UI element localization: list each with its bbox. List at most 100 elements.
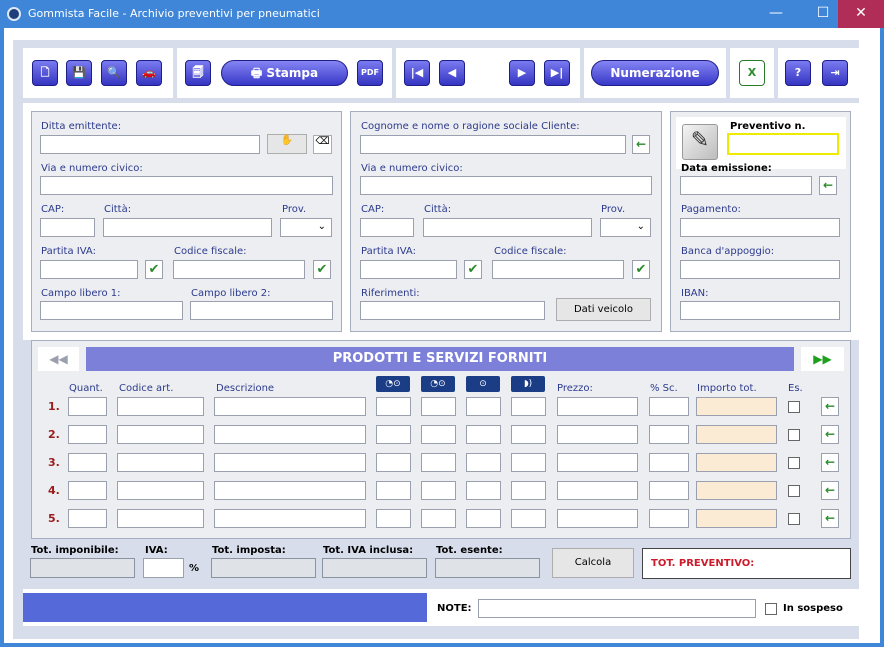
row-5-cell-5[interactable]: [421, 509, 456, 528]
row-5-cell-4[interactable]: [376, 509, 411, 528]
row-2-cell-5[interactable]: [421, 425, 456, 444]
row-1-exempt-checkbox[interactable]: [788, 401, 800, 413]
preview-button[interactable]: 🗐: [185, 60, 211, 86]
new-button[interactable]: 🗋: [32, 60, 58, 86]
quote-number-input[interactable]: [727, 133, 839, 155]
date-input[interactable]: [680, 176, 812, 195]
calculate-button[interactable]: Calcola: [552, 548, 634, 578]
row-2-select-button[interactable]: ←: [821, 425, 839, 444]
row-2-cell-1[interactable]: [68, 425, 107, 444]
row-1-cell-2[interactable]: [117, 397, 204, 416]
row-1-cell-3[interactable]: [214, 397, 366, 416]
client-name-input[interactable]: [360, 135, 626, 154]
campo2-input[interactable]: [190, 301, 333, 320]
citta-input[interactable]: [103, 218, 272, 237]
row-5-cell-7[interactable]: [511, 509, 546, 528]
row-1-cell-6[interactable]: [466, 397, 501, 416]
cf-input[interactable]: [173, 260, 305, 279]
save-button[interactable]: 💾: [66, 60, 92, 86]
payment-input[interactable]: [680, 218, 840, 237]
client-via-input[interactable]: [360, 176, 652, 195]
row-5-select-button[interactable]: ←: [821, 509, 839, 528]
row-1-cell-5[interactable]: [421, 397, 456, 416]
ditta-input[interactable]: [40, 135, 260, 154]
row-3-cell-6[interactable]: [466, 453, 501, 472]
row-4-cell-6[interactable]: [466, 481, 501, 500]
row-2-cell-6[interactable]: [466, 425, 501, 444]
row-2-cell-2[interactable]: [117, 425, 204, 444]
eraser-button[interactable]: ⌫: [313, 135, 332, 154]
row-2-cell-9[interactable]: [649, 425, 689, 444]
products-prev-page-button[interactable]: ◀◀: [38, 347, 79, 371]
vehicle-data-button[interactable]: Dati veicolo: [556, 298, 651, 321]
row-3-cell-2[interactable]: [117, 453, 204, 472]
close-button[interactable]: ✕: [838, 0, 884, 28]
excel-button[interactable]: X: [739, 60, 765, 86]
row-4-cell-9[interactable]: [649, 481, 689, 500]
piva-check-button[interactable]: ✔: [145, 260, 163, 279]
row-4-cell-1[interactable]: [68, 481, 107, 500]
prov-select[interactable]: ⌄: [280, 218, 332, 237]
client-piva-input[interactable]: [360, 260, 457, 279]
client-citta-input[interactable]: [423, 218, 592, 237]
row-3-exempt-checkbox[interactable]: [788, 457, 800, 469]
row-1-cell-1[interactable]: [68, 397, 107, 416]
prev-record-button[interactable]: ◀: [439, 60, 465, 86]
row-2-cell-3[interactable]: [214, 425, 366, 444]
help-button[interactable]: ?: [785, 60, 811, 86]
row-4-exempt-checkbox[interactable]: [788, 485, 800, 497]
row-4-cell-3[interactable]: [214, 481, 366, 500]
piva-input[interactable]: [40, 260, 138, 279]
row-5-cell-8[interactable]: [557, 509, 638, 528]
rif-input[interactable]: [360, 301, 545, 320]
note-input[interactable]: [478, 599, 756, 618]
row-2-cell-7[interactable]: [511, 425, 546, 444]
exit-button[interactable]: ⇥: [822, 60, 848, 86]
company-logo-button[interactable]: ✋: [267, 134, 307, 154]
search-button[interactable]: 🔍: [101, 60, 127, 86]
campo1-input[interactable]: [40, 301, 183, 320]
row-5-cell-6[interactable]: [466, 509, 501, 528]
client-prov-select[interactable]: ⌄: [600, 218, 651, 237]
row-5-cell-3[interactable]: [214, 509, 366, 528]
client-select-button[interactable]: ←: [632, 135, 650, 154]
row-3-cell-7[interactable]: [511, 453, 546, 472]
date-today-button[interactable]: ←: [819, 176, 837, 195]
row-1-cell-7[interactable]: [511, 397, 546, 416]
row-3-cell-3[interactable]: [214, 453, 366, 472]
client-cap-input[interactable]: [360, 218, 414, 237]
row-1-select-button[interactable]: ←: [821, 397, 839, 416]
row-3-cell-1[interactable]: [68, 453, 107, 472]
cap-input[interactable]: [40, 218, 95, 237]
last-record-button[interactable]: ▶|: [544, 60, 570, 86]
suspended-checkbox[interactable]: [765, 603, 777, 615]
bank-input[interactable]: [680, 260, 840, 279]
row-4-cell-7[interactable]: [511, 481, 546, 500]
cf-check-button[interactable]: ✔: [313, 260, 331, 279]
row-4-select-button[interactable]: ←: [821, 481, 839, 500]
row-1-cell-8[interactable]: [557, 397, 638, 416]
row-3-cell-9[interactable]: [649, 453, 689, 472]
vehicle-button[interactable]: 🚗: [136, 60, 162, 86]
row-5-cell-2[interactable]: [117, 509, 204, 528]
row-1-cell-9[interactable]: [649, 397, 689, 416]
row-1-cell-4[interactable]: [376, 397, 411, 416]
iva-input[interactable]: [143, 558, 184, 578]
via-input[interactable]: [40, 176, 333, 195]
row-4-cell-5[interactable]: [421, 481, 456, 500]
row-5-cell-1[interactable]: [68, 509, 107, 528]
next-record-button[interactable]: ▶: [509, 60, 535, 86]
row-2-cell-4[interactable]: [376, 425, 411, 444]
pdf-button[interactable]: PDF: [357, 60, 383, 86]
minimize-button[interactable]: —: [753, 0, 799, 28]
client-piva-check-button[interactable]: ✔: [464, 260, 482, 279]
row-3-cell-5[interactable]: [421, 453, 456, 472]
row-4-cell-2[interactable]: [117, 481, 204, 500]
row-4-cell-4[interactable]: [376, 481, 411, 500]
row-2-cell-8[interactable]: [557, 425, 638, 444]
row-4-cell-8[interactable]: [557, 481, 638, 500]
client-cf-check-button[interactable]: ✔: [632, 260, 650, 279]
row-3-cell-4[interactable]: [376, 453, 411, 472]
first-record-button[interactable]: |◀: [404, 60, 430, 86]
numbering-button[interactable]: Numerazione: [591, 60, 719, 86]
